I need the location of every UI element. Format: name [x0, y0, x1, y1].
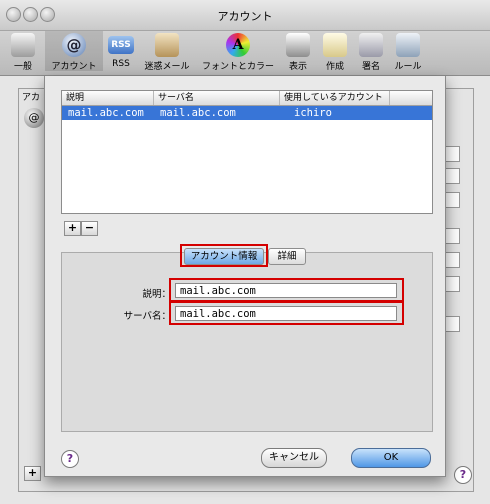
- ok-button[interactable]: OK: [351, 448, 431, 468]
- help-button[interactable]: ?: [61, 450, 79, 468]
- toolbar-item-fonts-colors[interactable]: A フォントとカラー: [199, 33, 277, 72]
- rss-icon: RSS: [108, 36, 134, 54]
- cancel-button[interactable]: キャンセル: [261, 448, 327, 468]
- toolbar-item-display[interactable]: 表示: [284, 33, 312, 72]
- add-server-button[interactable]: +: [64, 221, 81, 236]
- toolbar-item-general[interactable]: 一般: [10, 33, 36, 72]
- highlight-box: [180, 244, 268, 267]
- remove-server-button[interactable]: −: [81, 221, 98, 236]
- highlight-box: [169, 301, 404, 325]
- smtp-server-table: 説明 サーバ名 使用しているアカウント mail.abc.com mail.ab…: [61, 90, 433, 214]
- tab-details[interactable]: 詳細: [268, 248, 306, 265]
- accounts-list-header: アカ: [22, 93, 41, 103]
- description-label: 説明：: [142, 289, 171, 300]
- column-header-description[interactable]: 説明: [62, 91, 154, 105]
- preferences-window: アカウント 一般 @ アカウント RSS RSS 迷惑メール A フォントとカラ…: [0, 0, 490, 504]
- font-color-icon: A: [226, 33, 250, 57]
- column-header-in-use-by[interactable]: 使用しているアカウント: [280, 91, 390, 105]
- display-icon: [286, 33, 310, 57]
- column-header-server-name[interactable]: サーバ名: [154, 91, 280, 105]
- cell-description: mail.abc.com: [68, 107, 144, 119]
- smtp-server-list-sheet: 説明 サーバ名 使用しているアカウント mail.abc.com mail.ab…: [44, 76, 446, 477]
- toolbar-item-compose[interactable]: 作成: [321, 33, 349, 72]
- tab-bar: アカウント情報 詳細: [45, 242, 445, 267]
- cell-in-use-by: ichiro: [294, 107, 332, 119]
- background-add-button: +: [24, 466, 41, 481]
- at-sign-icon: @: [62, 33, 86, 57]
- compose-icon: [323, 33, 347, 57]
- toolbar-item-rss[interactable]: RSS RSS: [107, 33, 135, 69]
- signature-icon: [359, 33, 383, 57]
- toolbar-item-junk-mail[interactable]: 迷惑メール: [141, 33, 193, 72]
- account-icon: @: [24, 108, 44, 128]
- toolbar-item-signatures[interactable]: 署名: [357, 33, 385, 72]
- background-help-icon: ?: [454, 466, 472, 484]
- table-header: 説明 サーバ名 使用しているアカウント: [62, 91, 432, 106]
- rules-icon: [396, 33, 420, 57]
- junk-mail-icon: [155, 33, 179, 57]
- toolbar-item-accounts[interactable]: @ アカウント: [45, 31, 103, 72]
- server-name-label: サーバ名：: [123, 311, 171, 322]
- highlight-box: [169, 278, 404, 302]
- toolbar: 一般 @ アカウント RSS RSS 迷惑メール A フォントとカラー 表示 作…: [0, 31, 490, 76]
- table-row[interactable]: mail.abc.com mail.abc.com ichiro: [62, 106, 432, 120]
- window-title: アカウント: [217, 10, 273, 23]
- switch-icon: [11, 33, 35, 57]
- toolbar-item-rules[interactable]: ルール: [391, 33, 425, 72]
- title-bar: アカウント: [0, 0, 490, 31]
- cell-server-name: mail.abc.com: [160, 107, 236, 119]
